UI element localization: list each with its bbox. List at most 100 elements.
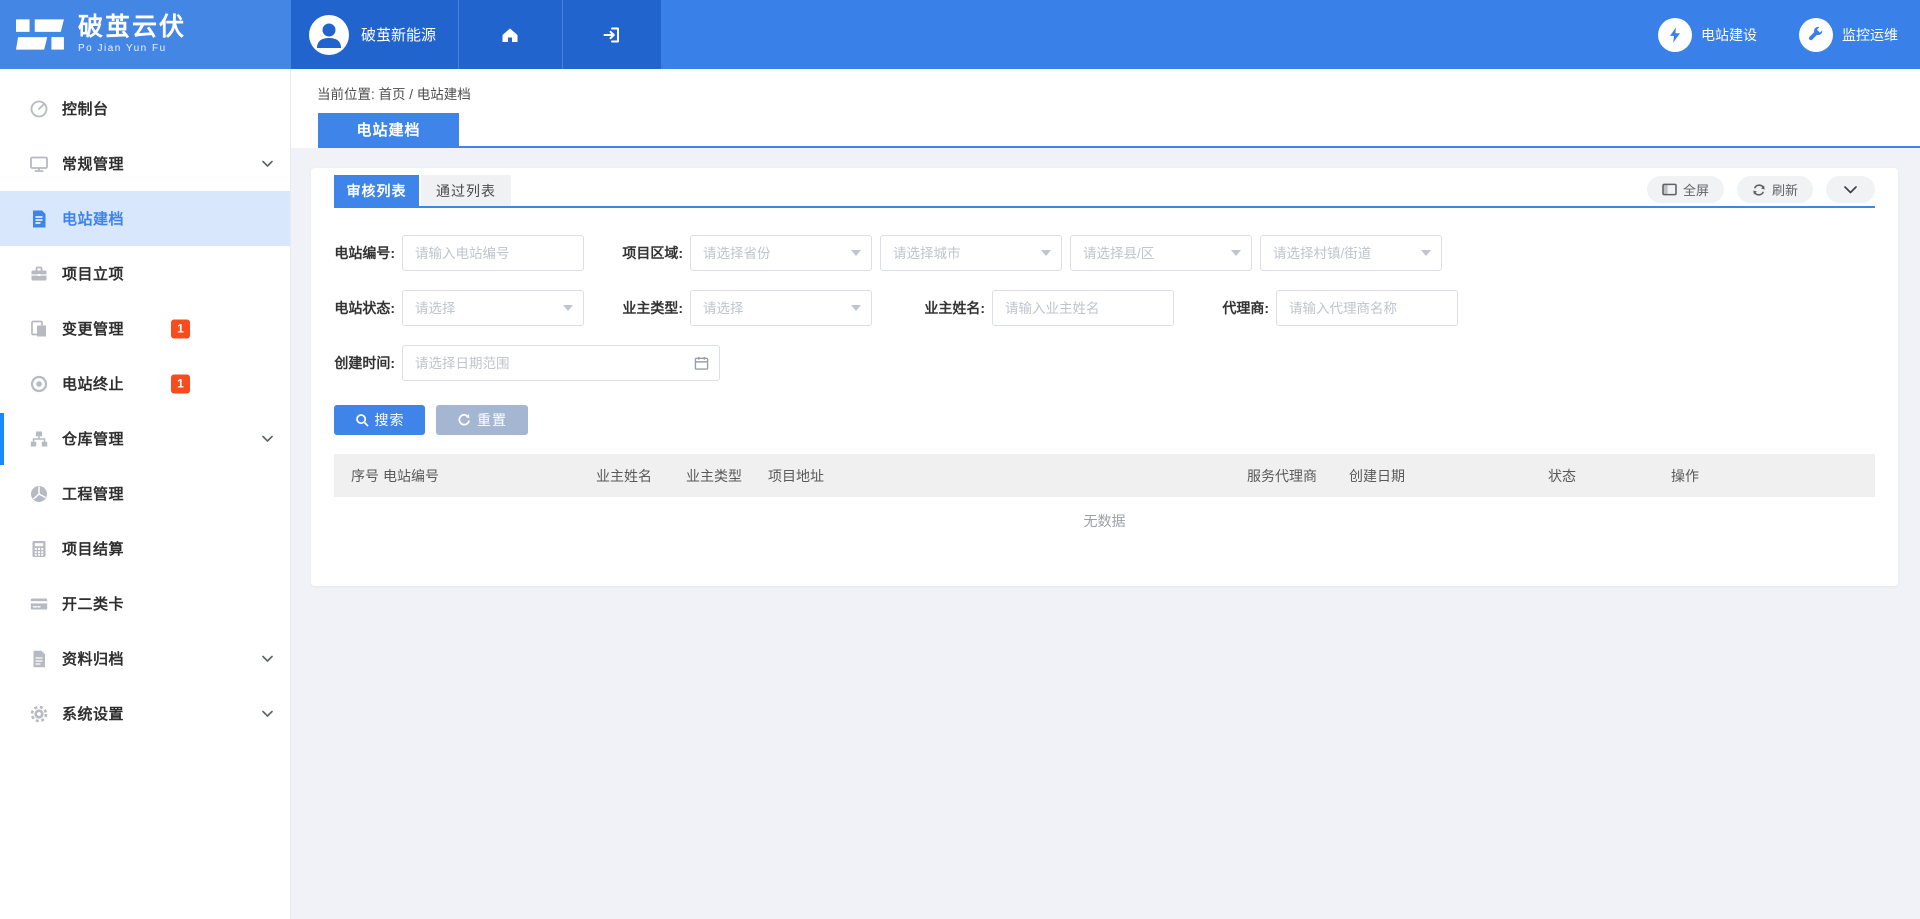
owner-type-field	[690, 290, 872, 326]
sidebar-item-station-termination[interactable]: 电站终止 1	[0, 356, 290, 411]
station-status-label: 电站状态:	[334, 298, 402, 318]
module-label: 电站建设	[1701, 25, 1757, 45]
sidebar-item-data-archive[interactable]: 资料归档	[0, 631, 290, 686]
sidebar-item-system-settings[interactable]: 系统设置	[0, 686, 290, 741]
sidebar-item-label: 变更管理	[62, 318, 124, 339]
monitor-icon	[29, 154, 49, 174]
tab-review-list[interactable]: 审核列表	[334, 175, 419, 206]
create-time-label: 创建时间:	[334, 353, 402, 373]
sidebar-item-warehouse-mgmt[interactable]: 仓库管理	[0, 411, 290, 466]
breadcrumb-path[interactable]: 首页 / 电站建档	[379, 87, 471, 102]
pie-chart-icon	[29, 484, 49, 504]
col-create-date: 创建日期	[1349, 466, 1548, 486]
refresh-icon	[1752, 183, 1766, 197]
city-select[interactable]	[880, 235, 1062, 271]
sidebar-item-engineering-mgmt[interactable]: 工程管理	[0, 466, 290, 521]
station-no-label: 电站编号:	[334, 243, 402, 263]
col-station-no: 电站编号	[383, 466, 596, 486]
sidebar-item-label: 项目结算	[62, 538, 124, 559]
refresh-button[interactable]: 刷新	[1737, 176, 1813, 203]
create-time-field	[402, 345, 720, 381]
sidebar-item-label: 系统设置	[62, 703, 124, 724]
col-actions: 操作	[1671, 466, 1871, 486]
empty-state-text: 无数据	[311, 511, 1898, 531]
panel-tabs: 审核列表 通过列表 全屏	[334, 175, 1875, 208]
tab-passed-list[interactable]: 通过列表	[421, 175, 511, 206]
reset-label: 重置	[477, 410, 507, 430]
lightning-icon	[1658, 18, 1692, 52]
sidebar-item-label: 常规管理	[62, 153, 124, 174]
sidebar-item-label: 资料归档	[62, 648, 124, 669]
chevron-down-icon	[262, 160, 273, 167]
agent-input[interactable]	[1276, 290, 1458, 326]
notification-badge: 1	[171, 374, 190, 393]
breadcrumb: 当前位置: 首页 / 电站建档	[317, 83, 471, 103]
owner-type-label: 业主类型:	[620, 298, 690, 318]
fullscreen-button[interactable]: 全屏	[1647, 176, 1724, 203]
col-owner-name: 业主姓名	[596, 466, 686, 486]
briefcase-icon	[29, 264, 49, 284]
province-field	[690, 235, 872, 271]
sidebar-item-open-type2-card[interactable]: 开二类卡	[0, 576, 290, 631]
sidebar-item-general-mgmt[interactable]: 常规管理	[0, 136, 290, 191]
gear-icon	[29, 704, 49, 724]
logout-button[interactable]	[562, 0, 661, 69]
owner-name-label: 业主姓名:	[922, 298, 992, 318]
search-label: 搜索	[375, 410, 405, 430]
collapse-button[interactable]	[1826, 176, 1875, 203]
sidebar-item-label: 电站建档	[62, 208, 124, 229]
owner-name-field	[992, 290, 1174, 326]
sidebar-item-label: 开二类卡	[62, 593, 124, 614]
province-select[interactable]	[690, 235, 872, 271]
top-header: 破茧云伏 Po Jian Yun Fu 破茧新能源	[0, 0, 1920, 69]
sidebar-item-project-settlement[interactable]: 项目结算	[0, 521, 290, 576]
sidebar-item-station-filing[interactable]: 电站建档	[0, 191, 290, 246]
station-status-field	[402, 290, 584, 326]
fullscreen-icon	[1662, 183, 1677, 196]
page-tab-underline	[318, 146, 1920, 148]
county-select[interactable]	[1070, 235, 1252, 271]
panel-card: 审核列表 通过列表 全屏	[311, 168, 1898, 586]
main-content: 当前位置: 首页 / 电站建档 电站建档 审核列表 通过列表 全屏	[291, 69, 1920, 919]
brand-logo: 破茧云伏 Po Jian Yun Fu	[0, 0, 291, 69]
logout-icon	[601, 25, 623, 45]
filter-form: 电站编号: 项目区域:	[334, 235, 1875, 381]
village-field	[1260, 235, 1442, 271]
filter-row-1: 电站编号: 项目区域:	[334, 235, 1875, 271]
table-header: 序号 电站编号 业主姓名 业主类型 项目地址 服务代理商 创建日期 状态 操作	[334, 454, 1875, 497]
home-button[interactable]	[458, 0, 561, 69]
chevron-down-icon	[1844, 186, 1857, 194]
module-monitor-ops[interactable]: 监控运维	[1799, 18, 1898, 52]
sidebar-item-console[interactable]: 控制台	[0, 81, 290, 136]
agent-field	[1276, 290, 1458, 326]
dashboard-icon	[29, 99, 49, 119]
module-station-build[interactable]: 电站建设	[1658, 18, 1757, 52]
panel-tools: 全屏 刷新	[1647, 175, 1875, 204]
app-root: 破茧云伏 Po Jian Yun Fu 破茧新能源	[0, 0, 1920, 919]
username-label: 破茧新能源	[361, 24, 436, 45]
header-user-section: 破茧新能源	[291, 0, 661, 69]
owner-name-input[interactable]	[992, 290, 1174, 326]
village-select[interactable]	[1260, 235, 1442, 271]
sidebar-item-change-mgmt[interactable]: 变更管理 1	[0, 301, 290, 356]
sidebar-item-project-initiation[interactable]: 项目立项	[0, 246, 290, 301]
reset-icon	[457, 413, 471, 427]
credit-card-icon	[29, 594, 49, 614]
calculator-icon	[29, 539, 49, 559]
module-label: 监控运维	[1842, 25, 1898, 45]
user-menu[interactable]: 破茧新能源	[291, 0, 458, 69]
page-tab-station-filing[interactable]: 电站建档	[318, 113, 459, 146]
station-no-input[interactable]	[402, 235, 584, 271]
sidebar-item-label: 电站终止	[62, 373, 124, 394]
date-range-input[interactable]	[402, 345, 720, 381]
form-actions: 搜索 重置	[334, 405, 1875, 435]
reset-button[interactable]: 重置	[436, 405, 528, 435]
breadcrumb-bar: 当前位置: 首页 / 电站建档 电站建档	[291, 69, 1920, 148]
col-service-agent: 服务代理商	[1247, 466, 1349, 486]
refresh-label: 刷新	[1772, 180, 1798, 199]
sidebar-item-label: 工程管理	[62, 483, 124, 504]
station-status-select[interactable]	[402, 290, 584, 326]
chevron-down-icon	[262, 435, 273, 442]
owner-type-select[interactable]	[690, 290, 872, 326]
search-button[interactable]: 搜索	[334, 405, 425, 435]
